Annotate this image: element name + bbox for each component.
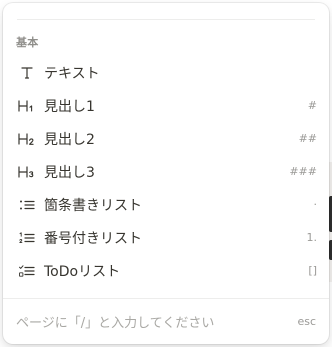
menu-item-shortcut: ## (298, 132, 317, 145)
menu-item-label: 見出し2 (44, 131, 95, 148)
menu-item-heading-3[interactable]: 見出し3 ### (3, 155, 329, 188)
screen: 基本 テキスト 見出し1 # 見出し2 ## 見出し3 ### 箇条書きリスト … (0, 0, 332, 347)
menu-item-shortcut: # (307, 99, 317, 112)
text-icon (15, 61, 39, 85)
menu-item-label: 箇条書きリスト (44, 197, 142, 214)
menu-item-label: 番号付きリスト (44, 230, 142, 247)
menu-item-label: ToDoリスト (44, 263, 121, 280)
menu-item-shortcut: ### (289, 165, 317, 178)
menu-item-bulleted-list[interactable]: 箇条書きリスト · (3, 188, 329, 221)
section-heading: 基本 (16, 36, 39, 49)
heading-3-icon (15, 160, 39, 184)
esc-button[interactable]: esc (297, 315, 316, 328)
menu-item-shortcut: 1. (306, 231, 318, 244)
menu-item-numbered-list[interactable]: 番号付きリスト 1. (3, 221, 329, 254)
scroll-fade (3, 280, 329, 298)
heading-2-icon (15, 127, 39, 151)
bulleted-list-icon (15, 193, 39, 217)
menu-item-shortcut: · (313, 198, 318, 211)
menu-item-heading-1[interactable]: 見出し1 # (3, 89, 329, 122)
menu-item-text[interactable]: テキスト (3, 56, 329, 89)
menu-item-heading-2[interactable]: 見出し2 ## (3, 122, 329, 155)
menu-item-label: テキスト (44, 65, 100, 82)
menu-item-label: 見出し3 (44, 164, 95, 181)
numbered-list-icon (15, 226, 39, 250)
menu-list: テキスト 見出し1 # 見出し2 ## 見出し3 ### 箇条書きリスト · 番… (3, 56, 329, 287)
menu-item-label: 見出し1 (44, 98, 95, 115)
footer-hint: ページに「/」と入力してください (16, 316, 215, 331)
menu-item-shortcut: [] (308, 264, 317, 277)
divider (17, 19, 315, 20)
todo-list-icon (15, 259, 39, 283)
menu-footer: ページに「/」と入力してください esc (3, 299, 329, 344)
slash-command-menu: 基本 テキスト 見出し1 # 見出し2 ## 見出し3 ### 箇条書きリスト … (3, 3, 329, 344)
heading-1-icon (15, 94, 39, 118)
